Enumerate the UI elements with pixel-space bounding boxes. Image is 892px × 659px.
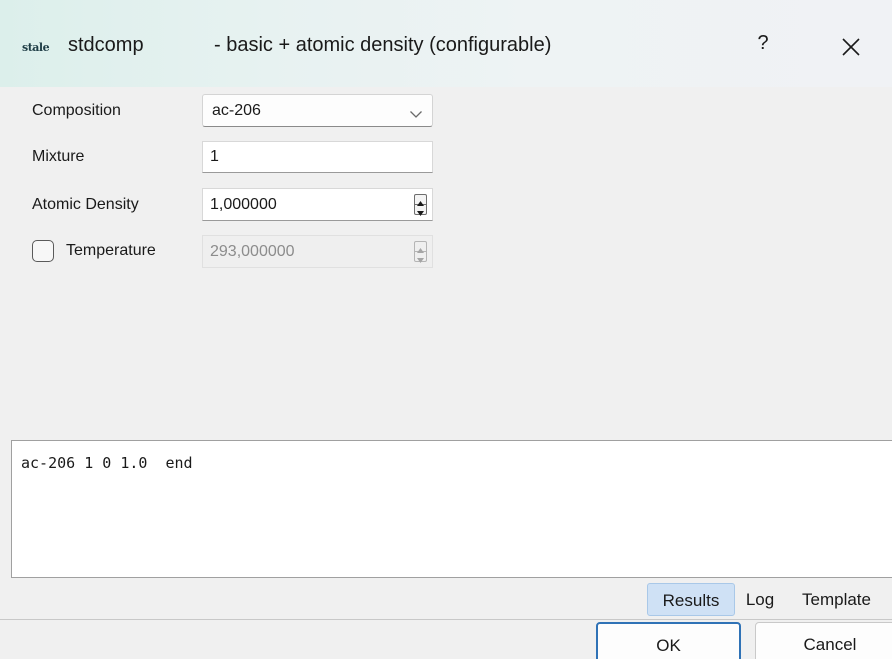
temperature-spinbox: 293,000000 (202, 235, 433, 268)
atomic-density-label: Atomic Density (32, 196, 139, 213)
tab-results[interactable]: Results (647, 583, 735, 616)
output-text-area[interactable]: ac-206 1 0 1.0 end (11, 440, 892, 578)
temperature-checkbox[interactable] (32, 240, 54, 262)
spin-arrows-icon (414, 194, 427, 216)
mixture-input[interactable]: 1 (202, 141, 433, 173)
atomic-density-spinbox[interactable]: 1,000000 (202, 188, 433, 221)
output-text: ac-206 1 0 1.0 end (21, 454, 193, 472)
spin-up-button (415, 242, 426, 253)
help-button[interactable]: ? (752, 32, 774, 58)
divider (0, 619, 892, 620)
composition-combobox[interactable]: ac-206 (202, 94, 433, 127)
atomic-density-value: 1,000000 (210, 196, 277, 213)
chevron-down-icon (409, 106, 423, 124)
mixture-label: Mixture (32, 148, 85, 165)
spin-down-button[interactable] (415, 205, 426, 216)
composition-value: ac-206 (212, 102, 261, 119)
dialog-window: stale stdcomp - basic + atomic density (… (0, 0, 892, 659)
temperature-value: 293,000000 (210, 243, 295, 260)
close-button[interactable] (838, 34, 864, 60)
spin-arrows-icon (414, 241, 427, 263)
close-icon (842, 38, 860, 56)
window-title-description: - basic + atomic density (configurable) (214, 34, 552, 56)
cancel-button[interactable]: Cancel (755, 622, 892, 659)
ok-button[interactable]: OK (596, 622, 741, 659)
window-title-app: stdcomp (68, 34, 144, 56)
tab-template[interactable]: Template (796, 583, 892, 616)
spin-up-button[interactable] (415, 195, 426, 206)
temperature-label: Temperature (66, 242, 156, 259)
tab-log[interactable]: Log (740, 583, 780, 616)
app-logo-icon: stale (22, 41, 50, 54)
spin-down-button (415, 252, 426, 263)
composition-label: Composition (32, 102, 121, 119)
title-bar: stale stdcomp - basic + atomic density (… (0, 0, 892, 87)
mixture-value: 1 (210, 148, 219, 165)
